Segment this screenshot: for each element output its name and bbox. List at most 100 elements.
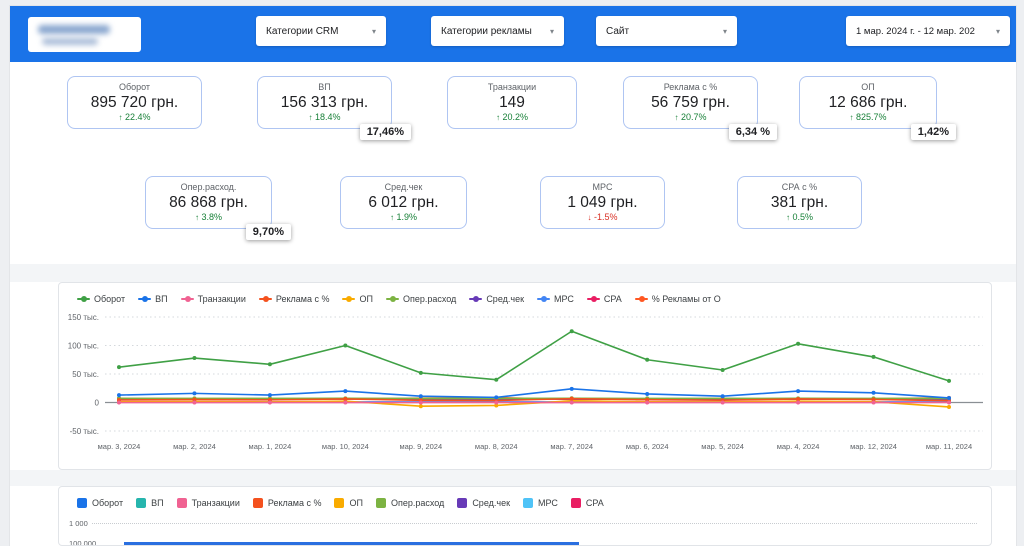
legend-marker [259,298,272,300]
kpi-title: ОП [861,82,874,93]
svg-text:50 тыс.: 50 тыс. [72,370,99,379]
legend-label: ОП [349,498,362,508]
kpi-delta: ↑ 20.7% [674,112,706,123]
legend-swatch [376,498,386,508]
svg-text:-50 тыс.: -50 тыс. [70,427,99,436]
axis-tick-label-clipped: 100 000 [69,539,96,546]
legend-item[interactable]: Реклама с % [253,498,322,508]
kpi-title: СРА с % [782,182,817,193]
kpi-card: Оборот895 720 грн.↑ 22.4% [67,76,202,129]
kpi-value: 56 759 грн. [651,93,730,112]
legend-marker [138,298,151,300]
svg-text:мар. 10, 2024: мар. 10, 2024 [322,442,369,451]
svg-text:мар. 6, 2024: мар. 6, 2024 [626,442,669,451]
legend-item[interactable]: МРС [523,498,558,508]
line-chart: 150 тыс. 100 тыс. 50 тыс. 0 -50 тыс. мар. 3, … [59,309,989,459]
svg-text:150 тыс.: 150 тыс. [68,313,99,322]
line-chart-legend: Оборот ВП Транзакции Реклама с % ОП Опер.расх… [59,283,991,307]
kpi-title: Сред.чек [385,182,423,193]
svg-text:мар. 8, 2024: мар. 8, 2024 [475,442,518,451]
kpi-card: ВП156 313 грн.↑ 18.4%17,46% [257,76,392,129]
kpi-value: 86 868 грн. [169,193,248,212]
legend-label: МРС [538,498,558,508]
legend-label: Сред.чек [472,498,510,508]
legend-item[interactable]: CPA [571,498,604,508]
kpi-title: ВП [318,82,330,93]
kpi-delta: ↑ 22.4% [118,112,150,123]
filter-dropdown-2[interactable]: Категории рекламы▾ [431,16,564,46]
kpi-delta: ↑ 0.5% [786,212,813,223]
legend-swatch [457,498,467,508]
up-arrow-icon: ↑ [390,213,394,222]
dashboard-page: Категории CRM▾ Категории рекламы▾ Сайт▾ 1 … [10,6,1016,546]
logo [28,17,141,52]
legend-item[interactable]: ОП [334,498,362,508]
kpi-title: Оборот [119,82,150,93]
legend-swatch [253,498,263,508]
legend-item[interactable]: ОП [342,294,372,304]
legend-marker [181,298,194,300]
legend-item[interactable]: % Рекламы от О [635,294,721,304]
chevron-down-icon: ▾ [550,27,554,36]
legend-item[interactable]: Оборот [77,294,125,304]
kpi-card: Опер.расход.86 868 грн.↑ 3.8%9,70% [145,176,272,229]
kpi-value: 149 [499,93,525,112]
legend-marker [469,298,482,300]
legend-item[interactable]: ВП [138,294,167,304]
chevron-down-icon: ▾ [996,27,1000,36]
legend-item[interactable]: Транзакции [181,294,246,304]
annotation-badge: 17,46% [360,124,411,140]
legend-item[interactable]: CPA [587,294,622,304]
svg-text:мар. 2, 2024: мар. 2, 2024 [173,442,216,451]
legend-label: Опер.расход [403,294,456,304]
legend-item[interactable]: Оборот [77,498,123,508]
legend-item[interactable]: Опер.расход [386,294,456,304]
up-arrow-icon: ↑ [496,113,500,122]
legend-item[interactable]: Сред.чек [457,498,510,508]
kpi-title: Опер.расход. [181,182,237,193]
legend-label: CPA [604,294,622,304]
legend-swatch [136,498,146,508]
chevron-down-icon: ▾ [723,27,727,36]
legend-item[interactable]: Сред.чек [469,294,524,304]
legend-marker [342,298,355,300]
kpi-card: Сред.чек6 012 грн.↑ 1.9% [340,176,467,229]
legend-label: ОП [359,294,372,304]
svg-text:мар. 4, 2024: мар. 4, 2024 [777,442,820,451]
kpi-title: Реклама с % [664,82,718,93]
legend-label: Опер.расход [391,498,444,508]
legend-swatch [77,498,87,508]
down-arrow-icon: ↓ [587,213,591,222]
kpi-value: 895 720 грн. [91,93,178,112]
bar-chart-card: Оборот ВП Транзакции Реклама с % ОП Опер.расх… [58,486,992,546]
date-range-picker[interactable]: 1 мар. 2024 г. - 12 мар. 202 ▾ [846,16,1010,46]
svg-text:мар. 12, 2024: мар. 12, 2024 [850,442,897,451]
svg-text:мар. 3, 2024: мар. 3, 2024 [98,442,141,451]
svg-text:100 тыс.: 100 тыс. [68,342,99,351]
svg-text:мар. 5, 2024: мар. 5, 2024 [701,442,744,451]
filter-dropdown-3[interactable]: Сайт▾ [596,16,737,46]
date-range-label: 1 мар. 2024 г. - 12 мар. 202 [856,26,975,37]
kpi-title: МРС [593,182,613,193]
legend-item[interactable]: Транзакции [177,498,240,508]
legend-label: CPA [586,498,604,508]
logo-blur-mark [38,25,110,34]
legend-swatch [523,498,533,508]
legend-item[interactable]: ВП [136,498,163,508]
svg-text:0: 0 [95,399,100,408]
legend-item[interactable]: Реклама с % [259,294,330,304]
legend-marker [386,298,399,300]
filter-dropdown-1[interactable]: Категории CRM▾ [256,16,386,46]
kpi-delta: ↑ 20.2% [496,112,528,123]
kpi-title: Транзакции [488,82,536,93]
legend-label: Оборот [94,294,125,304]
section-separator [10,470,1016,486]
legend-item[interactable]: МРС [537,294,574,304]
kpi-card: МРС1 049 грн.↓ -1.5% [540,176,665,229]
kpi-delta: ↑ 1.9% [390,212,417,223]
legend-label: Реклама с % [276,294,330,304]
legend-label: % Рекламы от О [652,294,721,304]
legend-item[interactable]: Опер.расход [376,498,444,508]
up-arrow-icon: ↑ [849,113,853,122]
up-arrow-icon: ↑ [786,213,790,222]
